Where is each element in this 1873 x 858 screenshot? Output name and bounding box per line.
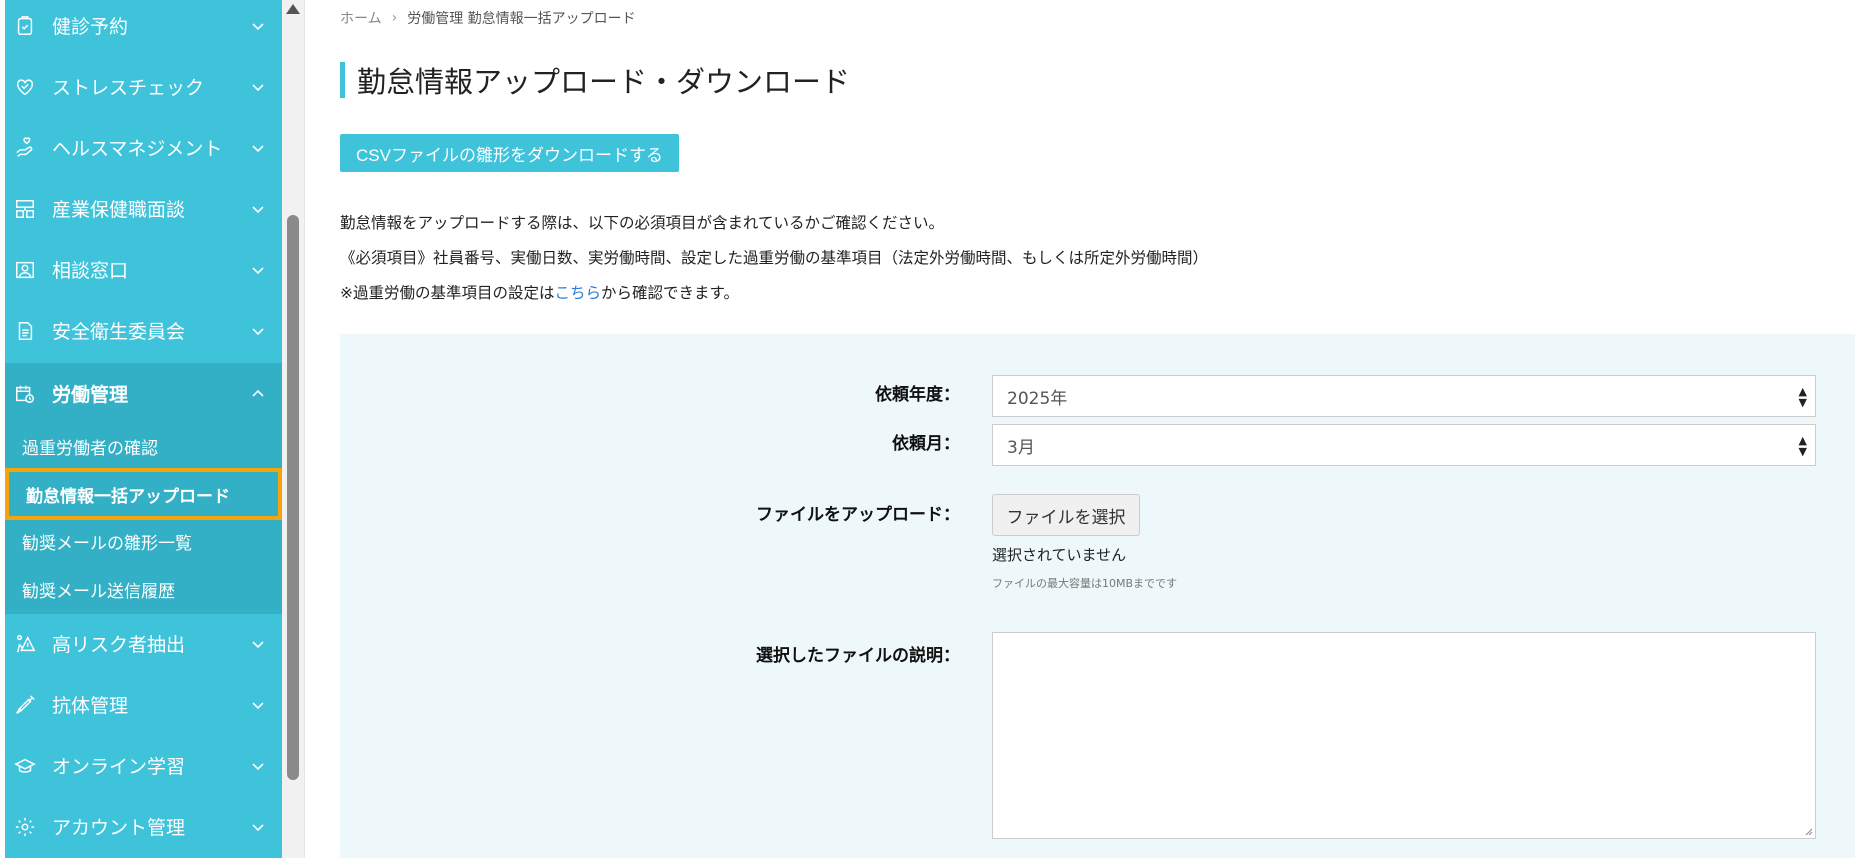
sidebar-item-label: オンライン学習 xyxy=(52,756,186,778)
breadcrumb-current: 労働管理 勤怠情報一括アップロード xyxy=(407,11,636,27)
sidebar-item-label: 産業保健職面談 xyxy=(52,199,186,221)
sidebar-item-antibody[interactable]: 抗体管理 xyxy=(5,674,282,735)
clipboard-check-icon xyxy=(12,13,38,39)
instruction-line: 勤怠情報をアップロードする際は、以下の必須項目が含まれているかご確認ください。 xyxy=(340,214,945,232)
heart-check-icon xyxy=(12,74,38,100)
sidebar-subitem-mail-templates[interactable]: 勧奨メールの雛形一覧 xyxy=(22,521,192,561)
instruction-text: から確認できます。 xyxy=(601,284,739,302)
calendar-clock-icon xyxy=(12,381,38,407)
month-label: 依頼月： xyxy=(892,434,960,454)
chevron-down-icon xyxy=(252,823,264,831)
page-title: 勤怠情報アップロード・ダウンロード xyxy=(340,62,850,99)
sidebar-item-stress-check[interactable]: ストレスチェック xyxy=(5,56,282,117)
sidebar-subitem-attendance-upload[interactable]: 勤怠情報一括アップロード xyxy=(5,468,282,520)
file-upload-label: ファイルをアップロード： xyxy=(756,505,960,525)
breadcrumb: ホーム › 労働管理 勤怠情報一括アップロード xyxy=(340,8,636,28)
graduation-cap-icon xyxy=(12,753,38,779)
chevron-down-icon xyxy=(252,83,264,91)
sidebar-item-health-management[interactable]: ヘルスマネジメント xyxy=(5,117,282,178)
settings-link[interactable]: こちら xyxy=(555,284,602,302)
divider xyxy=(304,0,305,858)
sidebar-item-labor-management[interactable]: 労働管理 xyxy=(5,363,282,424)
year-label: 依頼年度： xyxy=(875,385,960,405)
file-status-text: 選択されていません xyxy=(992,546,1127,564)
instructions: 勤怠情報をアップロードする際は、以下の必須項目が含まれているかご確認ください。 … xyxy=(340,206,1208,311)
scrollbar-thumb[interactable] xyxy=(287,215,299,780)
sidebar-item-safety-committee[interactable]: 安全衛生委員会 xyxy=(5,300,282,361)
sidebar-subitem-overwork-check[interactable]: 過重労働者の確認 xyxy=(22,426,158,466)
chevron-down-icon xyxy=(252,701,264,709)
chevron-down-icon xyxy=(252,22,264,30)
sidebar-item-occupational-interview[interactable]: 産業保健職面談 xyxy=(5,178,282,239)
gear-icon xyxy=(12,814,38,840)
meeting-icon xyxy=(12,196,38,222)
description-label: 選択したファイルの説明： xyxy=(756,646,960,666)
resize-handle-icon[interactable] xyxy=(1803,826,1813,836)
sidebar-subitem-mail-history[interactable]: 勧奨メール送信履歴 xyxy=(22,569,175,609)
chevron-up-icon xyxy=(252,389,264,397)
year-select[interactable]: 2025年 ▲ ▼ xyxy=(992,375,1816,417)
sidebar: 健診予約 ストレスチェック ヘルスマネジメント 産業保健職面談 相談窓口 安全衛… xyxy=(5,0,282,858)
instruction-line: 《必須項目》社員番号、実働日数、実労働時間、設定した過重労働の基準項目（法定外労… xyxy=(340,249,1209,267)
chevron-down-icon xyxy=(252,144,264,152)
sidebar-item-label: アカウント管理 xyxy=(52,817,186,839)
document-icon xyxy=(12,318,38,344)
sidebar-item-consultation[interactable]: 相談窓口 xyxy=(5,239,282,300)
year-select-value: 2025年 xyxy=(1007,388,1068,409)
sidebar-scrollbar[interactable] xyxy=(282,0,304,858)
instruction-line: ※過重労働の基準項目の設定はこちらから確認できます。 xyxy=(340,276,1208,311)
chevron-down-icon xyxy=(252,640,264,648)
sidebar-item-label: 高リスク者抽出 xyxy=(52,634,186,656)
month-select[interactable]: 3月 ▲ ▼ xyxy=(992,424,1816,466)
sidebar-item-label: ストレスチェック xyxy=(52,77,205,99)
file-size-hint: ファイルの最大容量は10MBまでです xyxy=(992,577,1178,590)
sidebar-item-label: 労働管理 xyxy=(52,384,129,406)
chevron-down-icon xyxy=(252,762,264,770)
sidebar-item-account[interactable]: アカウント管理 xyxy=(5,796,282,857)
download-template-button[interactable]: CSVファイルの雛形をダウンロードする xyxy=(340,134,679,172)
sidebar-item-label: ヘルスマネジメント xyxy=(52,138,223,160)
user-card-icon xyxy=(12,257,38,283)
select-arrows-icon: ▲ ▼ xyxy=(1798,385,1807,409)
hand-heart-icon xyxy=(12,135,38,161)
sidebar-item-online-learning[interactable]: オンライン学習 xyxy=(5,735,282,796)
warning-person-icon xyxy=(12,631,38,657)
sidebar-item-high-risk[interactable]: 高リスク者抽出 xyxy=(5,613,282,674)
sidebar-submenu: 過重労働者の確認 勤怠情報一括アップロード 勧奨メールの雛形一覧 勧奨メール送信… xyxy=(5,424,282,614)
choose-file-button[interactable]: ファイルを選択 xyxy=(992,494,1140,536)
scroll-up-arrow-icon[interactable] xyxy=(286,4,300,14)
sidebar-item-label: 抗体管理 xyxy=(52,695,129,717)
chevron-down-icon xyxy=(252,327,264,335)
select-arrows-icon: ▲ ▼ xyxy=(1798,434,1807,458)
syringe-icon xyxy=(12,692,38,718)
breadcrumb-separator: › xyxy=(391,10,398,26)
chevron-down-icon xyxy=(252,205,264,213)
sidebar-item-label: 安全衛生委員会 xyxy=(52,321,186,343)
sidebar-item-label: 健診予約 xyxy=(52,16,129,38)
chevron-down-icon xyxy=(252,266,264,274)
month-select-value: 3月 xyxy=(1007,437,1035,458)
instruction-text: ※過重労働の基準項目の設定は xyxy=(340,284,555,302)
sidebar-item-label: 相談窓口 xyxy=(52,260,129,282)
description-textarea[interactable] xyxy=(992,632,1816,839)
breadcrumb-home-link[interactable]: ホーム xyxy=(340,8,382,28)
sidebar-item-health-checkup[interactable]: 健診予約 xyxy=(5,0,282,56)
